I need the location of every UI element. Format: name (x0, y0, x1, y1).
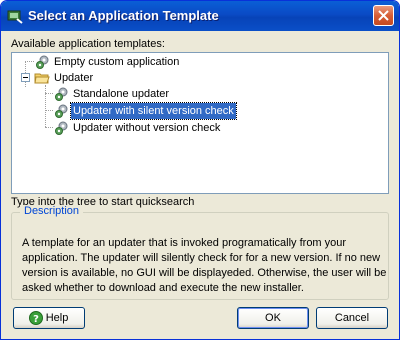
tree-label: Available application templates: (11, 38, 165, 50)
folder-icon (34, 70, 50, 86)
collapse-toggle[interactable] (21, 73, 30, 82)
question-icon: ? (29, 311, 43, 325)
tree-line (45, 127, 53, 128)
description-line: asked whether to download and execute th… (22, 282, 304, 294)
gears-icon (53, 120, 69, 136)
help-button-label: Help (45, 312, 69, 324)
ok-button[interactable]: OK (237, 307, 309, 329)
svg-text:?: ? (33, 314, 39, 325)
window-title: Select an Application Template (28, 8, 219, 23)
cancel-button-label: Cancel (334, 312, 370, 324)
tree-line (45, 93, 53, 94)
tree-item-label: Updater without version check (73, 122, 221, 134)
help-button[interactable]: ? Help (13, 307, 85, 329)
description-legend: Description (20, 205, 84, 217)
gears-icon (53, 103, 69, 119)
description-text: A template for an updater that is invoke… (22, 236, 387, 296)
close-button[interactable] (373, 5, 394, 26)
description-line: A template for an updater that is invoke… (22, 237, 347, 249)
cancel-button[interactable]: Cancel (316, 307, 388, 329)
template-tree[interactable]: Empty custom application Updater Standal… (11, 52, 389, 194)
tree-line (25, 61, 34, 62)
tree-item-label: Updater (54, 72, 94, 84)
tree-line (45, 110, 53, 111)
description-group: Description A template for an updater th… (11, 205, 389, 300)
gears-icon (34, 54, 50, 70)
gears-icon (53, 86, 69, 102)
description-line: application. The updater will silently c… (22, 252, 381, 264)
tree-item-label: Empty custom application (54, 56, 180, 68)
tree-line (45, 85, 46, 127)
app-launcher-icon (7, 8, 23, 24)
dialog-window: Select an Application Template Available… (0, 0, 400, 340)
tree-item-label: Updater with silent version check (70, 102, 237, 120)
tree-item-label: Standalone updater (73, 88, 170, 100)
ok-button-label: OK (265, 312, 281, 324)
close-icon (378, 10, 389, 21)
description-line: version is available, no GUI will be dis… (22, 267, 387, 279)
title-bar[interactable]: Select an Application Template (1, 1, 399, 31)
